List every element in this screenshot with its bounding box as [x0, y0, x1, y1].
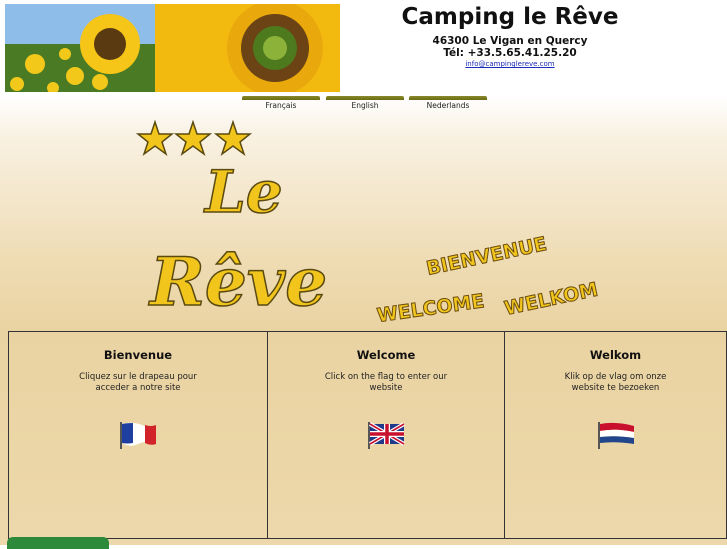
panel-title: Welkom	[589, 348, 642, 362]
tab-nederlands[interactable]: Nederlands	[409, 96, 487, 112]
panel-text: Klik op de vlag om onze website te bezoe…	[564, 372, 667, 393]
sunflower-banner	[5, 4, 340, 92]
star-icon	[173, 119, 213, 156]
panel-dutch: Welkom Klik op de vlag om onze website t…	[505, 332, 727, 538]
bottom-badge[interactable]	[7, 537, 109, 549]
email-link[interactable]: info@campinglereve.com	[400, 60, 620, 68]
greeting-bienvenue: BIENVENUE	[424, 233, 548, 280]
panel-english: Welcome Click on the flag to enter our w…	[268, 332, 505, 538]
uk-flag-icon[interactable]	[366, 420, 406, 454]
site-title: Camping le Rêve	[401, 4, 619, 30]
panel-title: Bienvenue	[103, 348, 173, 362]
france-flag-icon[interactable]	[118, 420, 158, 454]
star-icon	[213, 119, 253, 156]
netherlands-flag-icon[interactable]	[596, 420, 636, 454]
logo-line2: Rêve	[148, 243, 327, 321]
welcome-greetings: BIENVENUE WELCOME WELKOM	[370, 225, 610, 329]
star-icon	[135, 119, 175, 156]
language-panels: Bienvenue Cliquez sur le drapeau pour ac…	[8, 331, 727, 539]
phone-number: Tél: +33.5.65.41.25.20	[443, 47, 577, 59]
logo-line1: Le	[203, 158, 283, 226]
panel-french: Bienvenue Cliquez sur le drapeau pour ac…	[9, 332, 268, 538]
greeting-welkom: WELKOM	[502, 279, 599, 320]
le-reve-logo: Le Rêve	[125, 110, 370, 329]
panel-title: Welcome	[356, 348, 416, 362]
address: 46300 Le Vigan en Quercy	[432, 35, 588, 47]
panel-text: Cliquez sur le drapeau pour acceder a no…	[79, 372, 197, 393]
panel-text: Click on the flag to enter our website	[324, 372, 448, 393]
greeting-welcome: WELCOME	[376, 290, 486, 325]
